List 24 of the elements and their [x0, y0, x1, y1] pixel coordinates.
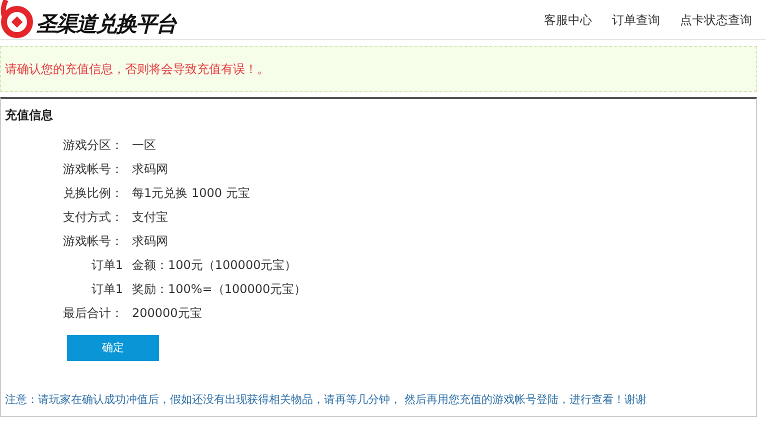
- nav-link[interactable]: 订单查询: [612, 10, 660, 28]
- warning-text: 请确认您的充值信息，否则将会导致充值有误！。: [5, 61, 269, 78]
- field-label: 订单1: [90, 281, 124, 298]
- field-value: 求码网: [131, 161, 168, 178]
- field-value: 200000元宝: [131, 305, 202, 322]
- field-label: 游戏分区：: [62, 137, 124, 154]
- field-value: 每1元兑换 1000 元宝: [131, 185, 250, 202]
- field-label: 最后合计：: [62, 305, 124, 322]
- field-label: 订单1: [90, 257, 124, 274]
- field-label: 支付方式：: [62, 209, 124, 226]
- logo-icon: [0, 0, 36, 38]
- panel-title: 充值信息: [5, 107, 54, 124]
- field-label: 兑换比例：: [62, 185, 124, 202]
- nav-link[interactable]: 点卡状态查询: [680, 10, 752, 28]
- field-label: 游戏帐号：: [62, 233, 124, 250]
- field-value: 奖励：100%=（100000元宝）: [131, 281, 306, 298]
- field-value: 支付宝: [131, 209, 168, 226]
- field-value: 求码网: [131, 233, 168, 250]
- field-value: 金额：100元（100000元宝）: [131, 257, 297, 274]
- field-label: 游戏帐号：: [62, 161, 124, 178]
- nav-link[interactable]: 客服中心: [544, 10, 592, 28]
- logo-text: 圣渠道兑换平台: [36, 14, 176, 35]
- note-text: 注意：请玩家在确认成功冲值后，假如还没有出现获得相关物品，请再等几分钟， 然后再用您充值的游戏帐号登陆，进行查看！谢谢: [5, 392, 648, 408]
- field-value: 一区: [131, 137, 156, 154]
